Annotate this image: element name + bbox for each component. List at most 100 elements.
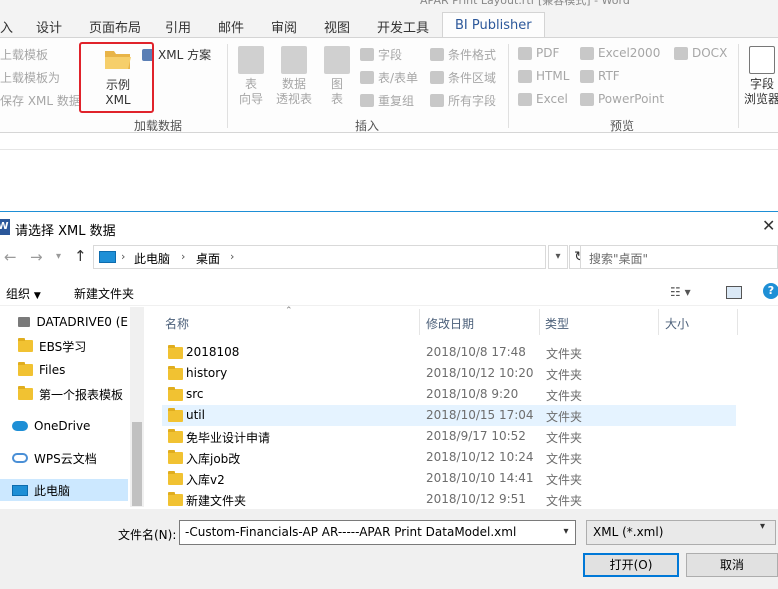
all-fields-button[interactable]: 所有字段 (430, 92, 496, 109)
chart-button[interactable]: 图 表 (323, 46, 351, 107)
docx-icon (674, 46, 688, 60)
column-header-size[interactable]: 大小 (665, 315, 689, 332)
breadcrumb-this-pc[interactable]: 此电脑 (134, 250, 170, 267)
filename-label: 文件名(N): (118, 528, 177, 542)
file-row[interactable]: history 2018/10/12 10:20 文件夹 (162, 363, 736, 384)
file-type: 文件夹 (546, 494, 583, 508)
help-icon[interactable]: ? (763, 283, 778, 299)
column-divider[interactable] (737, 309, 738, 335)
file-date: 2018/10/10 14:41 (426, 471, 534, 485)
filename-input[interactable]: -Custom-Financials-AP AR-----APAR Print … (179, 520, 576, 545)
upload-template-as-button[interactable]: 上载模板为 (0, 69, 60, 86)
close-icon[interactable]: ✕ (762, 216, 775, 235)
conditional-region-button[interactable]: 条件区域 (430, 69, 496, 86)
file-list-header: 名称 ⌃ 修改日期 类型 大小 (155, 306, 778, 337)
up-arrow-icon[interactable]: ↑ (74, 247, 87, 265)
filename-dropdown-chevron-icon[interactable]: ▾ (557, 521, 575, 544)
filetype-chevron-icon[interactable]: ▾ (760, 521, 765, 532)
column-divider[interactable] (539, 309, 540, 335)
save-xml-button[interactable]: 保存 XML 数据 (0, 92, 81, 109)
nav-item-wps[interactable]: WPS云文档 (0, 447, 128, 469)
preview-powerpoint-button[interactable]: PowerPoint (580, 92, 664, 106)
file-row[interactable]: 2018108 2018/10/8 17:48 文件夹 (162, 342, 736, 363)
view-options-icon[interactable]: ☷ ▾ (670, 285, 691, 299)
preview-excel-button[interactable]: Excel (518, 92, 568, 106)
file-row[interactable]: 新建文件夹 2018/10/12 9:51 文件夹 (162, 489, 736, 510)
table-wizard-button[interactable]: 表 向导 (236, 46, 266, 107)
preview-pane-icon[interactable] (726, 286, 742, 299)
file-type: 文件夹 (546, 368, 583, 382)
cancel-button[interactable]: 取消 (686, 553, 778, 577)
pivot-table-icon (281, 46, 307, 74)
computer-icon (12, 484, 28, 496)
file-type: 文件夹 (546, 389, 583, 403)
address-dropdown-chevron-icon[interactable]: ▾ (548, 245, 568, 269)
file-row[interactable]: 免毕业设计申请 2018/9/17 10:52 文件夹 (162, 426, 736, 447)
forward-arrow-icon[interactable]: → (30, 248, 43, 266)
file-name: 2018108 (186, 345, 240, 359)
repeat-group-button[interactable]: 重复组 (360, 92, 414, 109)
column-divider[interactable] (658, 309, 659, 335)
file-type: 文件夹 (546, 452, 583, 466)
nav-scrollbar-thumb[interactable] (132, 422, 142, 506)
folder-icon (18, 338, 33, 352)
nav-item-files[interactable]: Files (0, 359, 128, 381)
tab-view[interactable]: 视图 (324, 17, 350, 36)
column-header-type[interactable]: 类型 (545, 315, 569, 332)
preview-excel2000-button[interactable]: Excel2000 (580, 46, 660, 60)
tab-layout[interactable]: 页面布局 (89, 17, 141, 36)
search-input[interactable]: 搜索"桌面" (580, 245, 778, 269)
column-header-date[interactable]: 修改日期 (426, 315, 474, 332)
recent-chevron-icon[interactable]: ▾ (56, 251, 61, 262)
breadcrumb-separator: › (181, 250, 186, 263)
file-row[interactable]: 入库job改 2018/10/12 10:24 文件夹 (162, 447, 736, 468)
tab-insert[interactable]: 入 (0, 17, 13, 36)
preview-html-button[interactable]: HTML (518, 69, 569, 83)
chart-icon (324, 46, 350, 74)
tab-references[interactable]: 引用 (165, 17, 191, 36)
breadcrumb-desktop[interactable]: 桌面 (196, 250, 220, 267)
this-pc-icon (99, 251, 116, 263)
preview-rtf-button[interactable]: RTF (580, 69, 620, 83)
folder-icon (168, 450, 183, 464)
field-browser-button[interactable]: 字段 浏览器 (744, 46, 778, 107)
filetype-select[interactable]: XML (*.xml) (586, 520, 776, 545)
file-row[interactable]: 入库v2 2018/10/10 14:41 文件夹 (162, 468, 736, 489)
column-divider[interactable] (419, 309, 420, 335)
ribbon-separator (227, 44, 228, 128)
preview-pdf-button[interactable]: PDF (518, 46, 559, 60)
wps-cloud-icon (12, 453, 28, 463)
tab-bi-publisher[interactable]: BI Publisher (442, 12, 545, 39)
nav-item-first-report[interactable]: 第一个报表模板 (0, 383, 128, 405)
nav-item-onedrive[interactable]: OneDrive (0, 415, 128, 437)
chevron-down-icon: ▼ (33, 291, 41, 301)
column-header-name[interactable]: 名称 (165, 315, 189, 332)
table-form-button[interactable]: 表/表单 (360, 69, 418, 86)
conditional-format-button[interactable]: 条件格式 (430, 46, 496, 63)
organize-menu[interactable]: 组织 ▼ (6, 285, 41, 302)
file-date: 2018/10/15 17:04 (426, 408, 534, 422)
nav-item-this-pc[interactable]: 此电脑 (0, 479, 128, 501)
tab-developer[interactable]: 开发工具 (377, 17, 429, 36)
upload-template-button[interactable]: 上载模板 (0, 46, 48, 63)
open-button[interactable]: 打开(O) (583, 553, 679, 577)
tab-review[interactable]: 审阅 (271, 17, 297, 36)
sample-xml-button[interactable]: 示例 XML (95, 78, 141, 108)
new-folder-button[interactable]: 新建文件夹 (74, 285, 134, 302)
file-row[interactable]: src 2018/10/8 9:20 文件夹 (162, 384, 736, 405)
field-button[interactable]: 字段 (360, 46, 402, 63)
file-row[interactable]: util 2018/10/15 17:04 文件夹 (162, 405, 736, 426)
nav-item-datadrive[interactable]: DATADRIVE0 (E (0, 311, 128, 333)
address-bar[interactable]: › 此电脑 › 桌面 › (93, 245, 546, 269)
nav-item-ebs[interactable]: EBS学习 (0, 335, 128, 357)
back-arrow-icon[interactable]: ← (4, 248, 17, 266)
folder-open-icon (105, 51, 131, 69)
drive-icon (18, 317, 31, 327)
pivot-table-button[interactable]: 数据 透视表 (274, 46, 314, 107)
rtf-icon (580, 69, 594, 83)
excel-icon (518, 92, 532, 106)
window-title: APAR Print Layout.rtf [兼容模式] - Word (420, 0, 630, 7)
tab-mailings[interactable]: 邮件 (218, 17, 244, 36)
preview-docx-button[interactable]: DOCX (674, 46, 727, 60)
tab-design[interactable]: 设计 (36, 17, 62, 36)
